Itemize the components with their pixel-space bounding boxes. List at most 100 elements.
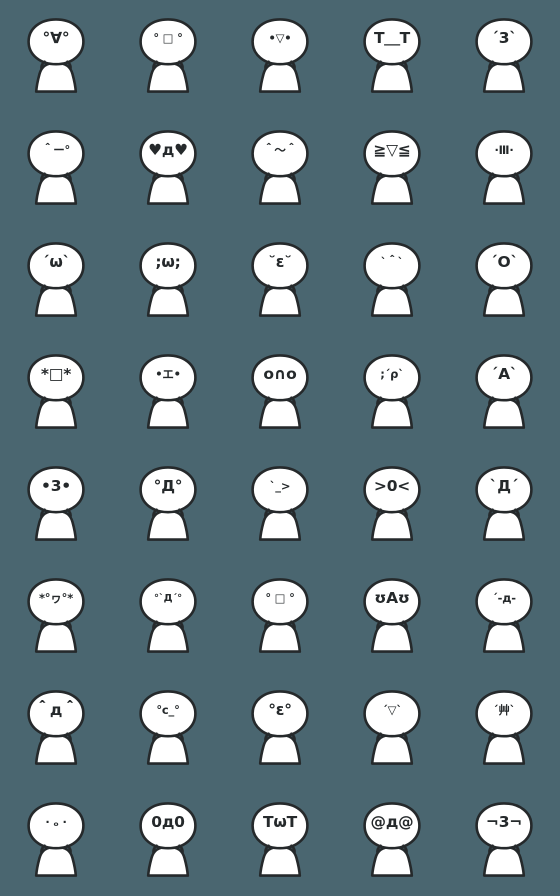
blob-character: ´O` [468,240,540,320]
blob-body-icon [251,466,309,541]
emoji-arch-mouth[interactable]: o∩o [224,336,336,448]
blob-character: ♥д♥ [132,128,204,208]
emoji-smug-pucker[interactable]: ¬3¬ [448,784,560,896]
emoji-sideways-smirk[interactable]: °c_° [112,672,224,784]
blob-character: `_> [244,464,316,544]
emoji-delighted-squint[interactable]: ≧▽≦ [336,112,448,224]
blob-character: ·Ⅲ· [468,128,540,208]
blob-body-icon [251,130,309,205]
blob-body-icon [139,802,197,877]
blob-body-icon [475,354,533,429]
blob-body-icon [139,690,197,765]
emoji-drooling-rho[interactable]: ;´ρ` [336,336,448,448]
blob-character: °c_° [132,688,204,768]
emoji-upsilon-eyes[interactable]: ʊAʊ [336,560,448,672]
emoji-surprised-oval[interactable]: ´O` [448,224,560,336]
blob-character: ;´ρ` [356,352,428,432]
emoji-dizzy-spiral[interactable]: @д@ [336,784,448,896]
blob-body-icon [139,354,197,429]
emoji-grinning-de[interactable]: ＾д＾ [0,672,112,784]
blob-body-icon [27,130,85,205]
blob-character: *□* [20,352,92,432]
blob-body-icon [251,242,309,317]
blob-body-icon [139,130,197,205]
blob-character: •エ• [132,352,204,432]
emoji-whistle-three[interactable]: •3• [0,448,112,560]
emoji-teary-omega[interactable]: ;ω; [112,224,224,336]
emoji-heart-eyes[interactable]: ♥д♥ [112,112,224,224]
blob-body-icon [27,578,85,653]
emoji-blank-square-stare[interactable]: ° □ ° [224,560,336,672]
emoji-sobbing-omega[interactable]: TωT [224,784,336,896]
emoji-content-wavy-mouth[interactable]: ＾～＾ [224,112,336,224]
emoji-distressed-a-mouth[interactable]: ´A` [448,336,560,448]
emoji-wink-smirk[interactable]: ＾ー° [0,112,112,224]
emoji-pucker-epsilon[interactable]: °ε° [224,672,336,784]
emoji-shocked-de[interactable]: °Д° [112,448,224,560]
blob-body-icon [363,466,421,541]
blob-character: ´-д- [468,576,540,656]
blob-body-icon [363,802,421,877]
blob-character: · ₒ · [20,800,92,880]
blob-character: °Д° [132,464,204,544]
emoji-wide-eyed-de[interactable]: 0д0 [112,784,224,896]
blob-body-icon [139,466,197,541]
blob-body-icon [27,242,85,317]
blob-character: @д@ [356,800,428,880]
emoji-sleepy-de[interactable]: ´-д- [448,560,560,672]
emoji-angry-de[interactable]: `Д´ [448,448,560,560]
blob-character: `＾` [356,240,428,320]
emoji-furious-de[interactable]: °`Д´° [112,560,224,672]
blob-body-icon [251,354,309,429]
blob-body-icon [475,802,533,877]
emoji-scrunched-shout[interactable]: >0< [336,448,448,560]
emoji-omega-smile[interactable]: ´ω` [0,224,112,336]
blob-character: ʊAʊ [356,576,428,656]
blob-body-icon [363,242,421,317]
emoji-giggling-kusa[interactable]: ´艸` [448,672,560,784]
blob-character: °∀° [20,16,92,96]
emoji-gentle-triangle-smile[interactable]: ´▽` [336,672,448,784]
emoji-crying-tears[interactable]: T＿T [336,0,448,112]
emoji-grid-mouth[interactable]: ·Ⅲ· [448,112,560,224]
emoji-grid: °∀° ° □ ° •▽• T＿T ´3` ＾ー° ♥д♥ ＾～＾ ≧▽≦ ·Ⅲ… [0,0,560,896]
blob-character: ;ω; [132,240,204,320]
emoji-sparkle-wa-smile[interactable]: *°ヮ°* [0,560,112,672]
blob-character: ° □ ° [132,16,204,96]
blob-character: *°ヮ°* [20,576,92,656]
emoji-happy-open-eyes[interactable]: °∀° [0,0,112,112]
blob-body-icon [27,690,85,765]
blob-character: °`Д´° [132,576,204,656]
emoji-worried-frown[interactable]: `＾` [336,224,448,336]
blob-character: ° □ ° [244,576,316,656]
blob-character: ¬3¬ [468,800,540,880]
emoji-starry-square-mouth[interactable]: *□* [0,336,112,448]
blob-body-icon [251,802,309,877]
blob-body-icon [27,354,85,429]
blob-character: ´▽` [356,688,428,768]
emoji-sly-sideways[interactable]: `_> [224,448,336,560]
blob-body-icon [139,242,197,317]
blob-body-icon [475,690,533,765]
blob-body-icon [251,18,309,93]
blob-character: TωT [244,800,316,880]
emoji-small-triangle-smile[interactable]: •▽• [224,0,336,112]
emoji-katakana-e-mouth[interactable]: •エ• [112,336,224,448]
blob-character: 0д0 [132,800,204,880]
blob-body-icon [363,578,421,653]
blob-character: `Д´ [468,464,540,544]
blob-character: ＾ー° [20,128,92,208]
blob-body-icon [363,130,421,205]
blob-body-icon [475,18,533,93]
blob-body-icon [27,18,85,93]
blob-body-icon [475,130,533,205]
blob-character: ´艸` [468,688,540,768]
blob-character: ＾д＾ [20,688,92,768]
blob-character: ´3` [468,16,540,96]
blob-body-icon [139,578,197,653]
blob-body-icon [27,466,85,541]
emoji-closed-eyes-kiss[interactable]: ˘ε˘ [224,224,336,336]
emoji-kiss-pucker[interactable]: ´3` [448,0,560,112]
emoji-square-mouth-shock[interactable]: ° □ ° [112,0,224,112]
emoji-blank-dot-face[interactable]: · ₒ · [0,784,112,896]
